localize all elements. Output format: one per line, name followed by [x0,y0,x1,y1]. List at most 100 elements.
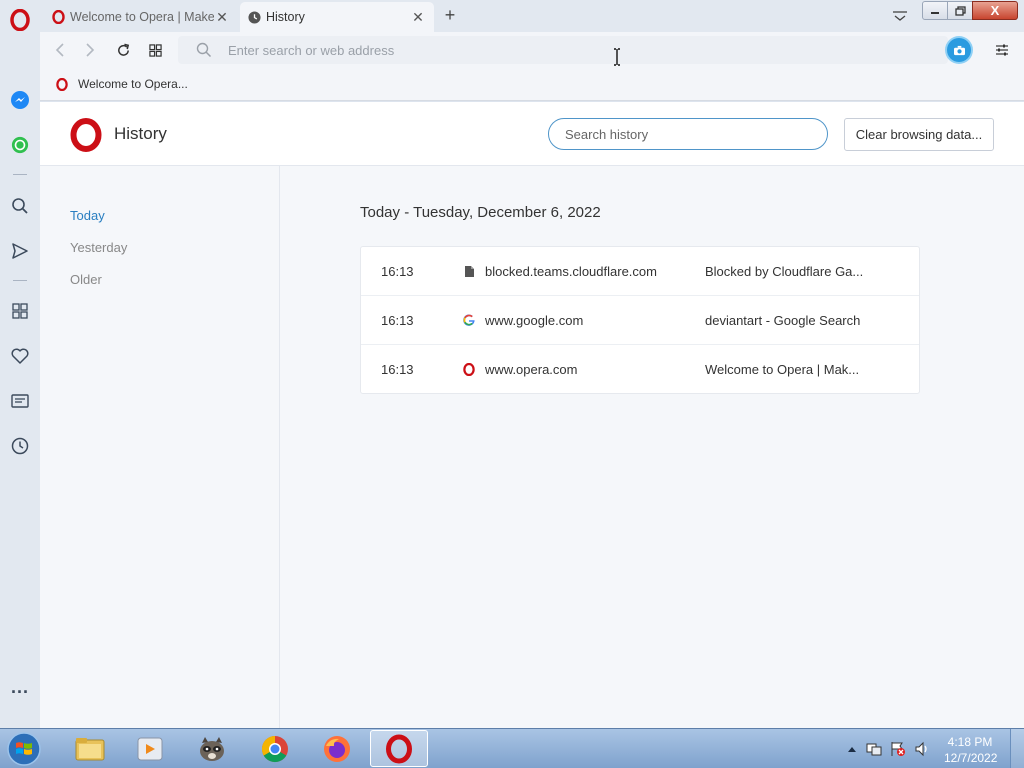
history-list: 16:13 blocked.teams.cloudflare.com Block… [360,246,920,394]
tray-flag-button[interactable] [890,741,906,757]
explorer-icon [75,737,105,760]
clear-browsing-data-button[interactable]: Clear browsing data... [844,118,994,151]
history-domain[interactable]: blocked.teams.cloudflare.com [485,264,657,279]
history-header: History Clear browsing data... [40,102,1024,166]
send-icon [12,243,28,259]
search-icon [196,42,212,58]
bookmark-label: Welcome to Opera... [78,77,188,91]
search-icon [12,198,28,214]
history-row[interactable]: 16:13 www.opera.com Welcome to Opera | M… [361,345,919,394]
media-player-icon [137,737,163,760]
page-title: History [114,124,167,143]
bookmark-item[interactable]: Welcome to Opera... [54,75,188,93]
minimize-button[interactable] [922,1,948,20]
sidebar-send-button[interactable] [0,236,40,266]
google-icon [461,312,477,328]
search-history-input[interactable] [565,119,815,149]
sidebar-history-button[interactable] [0,431,40,461]
system-tray: 4:18 PM 12/7/2022 [842,729,1024,768]
tray-volume-button[interactable] [914,741,930,757]
address-bar[interactable] [178,36,948,64]
network-icon [866,743,882,756]
tab-menu-button[interactable] [888,6,912,25]
show-desktop-button[interactable] [1010,729,1024,768]
history-nav: Today Yesterday Older [40,166,280,728]
clock-date[interactable]: 12/7/2022 [944,751,997,765]
snapshot-button[interactable] [947,38,971,62]
navigation-bar [40,32,1024,68]
grid-icon [148,43,162,57]
tab-overview-button[interactable] [143,38,167,62]
sidebar-news-button[interactable] [0,386,40,416]
messenger-button[interactable] [0,85,40,115]
chrome-icon [261,735,288,762]
opera-logo-icon [10,9,30,31]
forward-button[interactable] [78,38,102,62]
opera-icon [461,361,477,377]
reload-icon [117,43,129,56]
windows-taskbar: 4:18 PM 12/7/2022 [0,728,1024,768]
firefox-icon [324,735,350,762]
history-title[interactable]: Welcome to Opera | Mak... [705,362,905,377]
nav-today[interactable]: Today [70,208,105,223]
chevron-up-icon [848,747,856,752]
opera-icon [50,9,66,25]
window-close-button[interactable]: X [972,1,1018,20]
windows-start-icon [7,732,41,766]
show-hidden-icons-button[interactable] [844,741,860,757]
tab-title: Welcome to Opera | Make [70,10,214,24]
tab-welcome-opera[interactable]: Welcome to Opera | Make ✕ [44,2,238,32]
history-row[interactable]: 16:13 blocked.teams.cloudflare.com Block… [361,247,919,296]
more-icon: ... [10,677,29,697]
nav-older[interactable]: Older [70,272,102,287]
history-row[interactable]: 16:13 www.google.com deviantart - Google… [361,296,919,345]
history-time: 16:13 [381,362,414,377]
workspaces-icon [12,303,28,319]
restore-button[interactable] [947,1,973,20]
opera-icon [54,76,70,92]
address-input[interactable] [228,36,928,64]
search-history-box[interactable] [548,118,828,150]
sidebar-workspaces-button[interactable] [0,296,40,326]
document-icon [461,263,477,279]
whatsapp-icon [11,136,29,154]
history-title[interactable]: deviantart - Google Search [705,313,905,328]
tab-history[interactable]: History ✕ [240,2,434,32]
reload-button[interactable] [111,38,135,62]
history-domain[interactable]: www.google.com [485,313,583,328]
taskbar-explorer[interactable] [61,730,119,767]
tray-device-button[interactable] [866,741,882,757]
history-time: 16:13 [381,264,414,279]
taskbar-raccoon-app[interactable] [183,730,241,767]
taskbar-firefox[interactable] [308,730,366,767]
sidebar-search-button[interactable] [0,191,40,221]
start-button[interactable] [5,731,43,767]
history-domain[interactable]: www.opera.com [485,362,577,377]
taskbar-opera[interactable] [370,730,428,767]
back-button[interactable] [48,38,72,62]
opera-menu-button[interactable] [0,5,40,35]
clock-time[interactable]: 4:18 PM [944,735,996,749]
taskbar-media-player[interactable] [121,730,179,767]
speaker-icon [915,741,927,757]
restore-icon [954,5,966,16]
tab-menu-icon [893,10,907,21]
history-title[interactable]: Blocked by Cloudflare Ga... [705,264,905,279]
sidebar-favorites-button[interactable] [0,341,40,371]
sidebar-divider [13,174,27,175]
heart-icon [11,348,29,364]
tab-close-icon[interactable]: ✕ [410,9,426,25]
taskbar-chrome[interactable] [246,730,304,767]
minimize-icon [931,11,939,14]
opera-sidebar: ... [0,0,40,728]
easy-setup-button[interactable] [992,40,1012,60]
new-tab-button[interactable]: + [440,5,460,25]
tab-close-icon[interactable]: ✕ [214,9,230,25]
nav-yesterday[interactable]: Yesterday [70,240,127,255]
history-icon [11,437,29,455]
bookmarks-bar: Welcome to Opera... [40,68,1024,101]
back-arrow-icon [55,43,64,57]
sidebar-more-button[interactable]: ... [0,672,40,702]
whatsapp-button[interactable] [0,130,40,160]
opera-logo-icon [70,118,102,152]
